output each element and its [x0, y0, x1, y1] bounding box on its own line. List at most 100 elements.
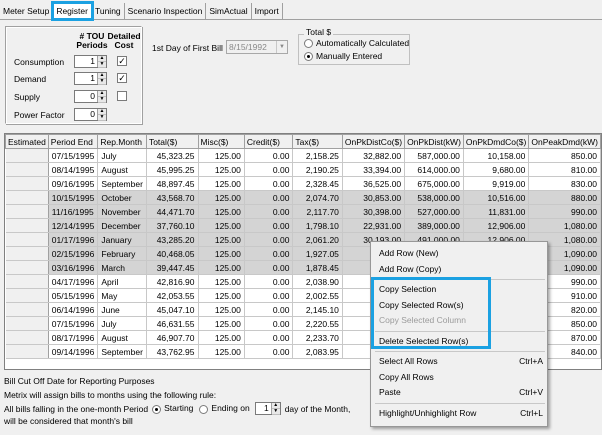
table-cell[interactable]: 125.00	[198, 204, 245, 219]
table-cell[interactable]: 1,798.10	[292, 218, 343, 233]
table-cell[interactable]: 43,762.95	[146, 344, 199, 359]
table-cell[interactable]: 30,398.00	[342, 204, 406, 219]
table-row[interactable]: 09/16/1995 September 48,897.45 125.00 0.00 2,…	[5, 176, 601, 191]
column-header[interactable]: Estimated	[5, 134, 49, 149]
table-cell[interactable]: 09/16/1995	[48, 176, 99, 191]
table-cell[interactable]: April	[97, 274, 147, 289]
table-cell[interactable]: October	[97, 190, 147, 205]
column-header[interactable]: OnPkDistCo($)	[341, 134, 406, 149]
table-cell[interactable]: 37,760.10	[146, 218, 199, 233]
table-cell[interactable]: August	[97, 330, 147, 345]
table-cell[interactable]: 42,053.55	[146, 288, 199, 303]
table-cell[interactable]: 44,471.70	[146, 204, 199, 219]
estimated-cell[interactable]	[5, 302, 49, 317]
table-cell[interactable]: 527,000.00	[404, 204, 464, 219]
table-cell[interactable]: February	[97, 246, 147, 261]
table-cell[interactable]: 12/14/1995	[48, 218, 99, 233]
menu-item-select-all-rows[interactable]: Select All Rows Ctrl+A	[379, 354, 543, 368]
table-cell[interactable]: 0.00	[244, 288, 294, 303]
table-cell[interactable]: September	[97, 176, 147, 191]
supply-detailed-checkbox[interactable]	[117, 91, 127, 101]
table-cell[interactable]: 11,831.00	[463, 204, 530, 219]
table-cell[interactable]: 33,394.00	[342, 162, 406, 177]
table-cell[interactable]: 125.00	[198, 344, 245, 359]
table-cell[interactable]: 22,931.00	[342, 218, 406, 233]
table-cell[interactable]: 10/15/1995	[48, 190, 99, 205]
table-cell[interactable]: 125.00	[198, 316, 245, 331]
table-cell[interactable]: 05/15/1996	[48, 288, 99, 303]
column-header[interactable]: Tax($)	[292, 134, 343, 149]
table-cell[interactable]: 45,323.25	[146, 148, 199, 163]
menu-item-copy-all-rows[interactable]: Copy All Rows	[379, 370, 543, 384]
table-cell[interactable]: 46,631.55	[146, 316, 199, 331]
table-cell[interactable]: 46,907.70	[146, 330, 199, 345]
table-cell[interactable]: 125.00	[198, 246, 245, 261]
table-cell[interactable]: 48,897.45	[146, 176, 199, 191]
table-cell[interactable]: 9,919.00	[463, 176, 530, 191]
table-cell[interactable]: 04/17/1996	[48, 274, 99, 289]
table-cell[interactable]: September	[97, 344, 147, 359]
column-header[interactable]: Period End	[47, 134, 99, 149]
estimated-cell[interactable]	[5, 288, 49, 303]
table-cell[interactable]: 389,000.00	[404, 218, 464, 233]
table-cell[interactable]: 125.00	[198, 330, 245, 345]
table-cell[interactable]: 39,447.45	[146, 260, 199, 275]
estimated-cell[interactable]	[5, 190, 49, 205]
table-cell[interactable]: 2,038.90	[292, 274, 343, 289]
table-cell[interactable]: 0.00	[244, 204, 294, 219]
table-cell[interactable]: 587,000.00	[404, 148, 464, 163]
cutoff-ending-radio[interactable]: Ending on	[199, 403, 250, 414]
table-cell[interactable]: 0.00	[244, 246, 294, 261]
table-cell[interactable]: 10,516.00	[463, 190, 530, 205]
table-cell[interactable]: 08/17/1996	[48, 330, 99, 345]
table-cell[interactable]: 125.00	[198, 302, 245, 317]
table-cell[interactable]: 45,995.25	[146, 162, 199, 177]
table-cell[interactable]: 614,000.00	[404, 162, 464, 177]
table-cell[interactable]: 125.00	[198, 260, 245, 275]
table-cell[interactable]: 538,000.00	[404, 190, 464, 205]
tab-simactual[interactable]: SimActual	[206, 3, 252, 19]
table-cell[interactable]: 01/17/1996	[48, 232, 99, 247]
consumption-periods-spinner[interactable]: 1 ▲ ▼	[74, 55, 107, 68]
table-cell[interactable]: 2,117.70	[292, 204, 343, 219]
column-header[interactable]: Total($)	[145, 134, 199, 149]
spin-down-icon[interactable]: ▼	[98, 79, 106, 85]
tab-tuning[interactable]: Tuning	[92, 3, 125, 19]
menu-item-add-row-new[interactable]: Add Row (New)	[379, 246, 543, 260]
table-cell[interactable]: 125.00	[198, 162, 245, 177]
table-cell[interactable]: 11/16/1995	[48, 204, 99, 219]
table-cell[interactable]: 32,882.00	[342, 148, 406, 163]
table-cell[interactable]: 10,158.00	[463, 148, 530, 163]
consumption-detailed-checkbox[interactable]: ✓	[117, 56, 127, 66]
table-cell[interactable]: 675,000.00	[404, 176, 464, 191]
column-header[interactable]: Credit($)	[243, 134, 294, 149]
table-cell[interactable]: 0.00	[244, 176, 294, 191]
estimated-cell[interactable]	[5, 232, 49, 247]
table-cell[interactable]: 0.00	[244, 190, 294, 205]
table-cell[interactable]: 2,074.70	[292, 190, 343, 205]
table-cell[interactable]: 2,190.25	[292, 162, 343, 177]
table-cell[interactable]: 1,878.45	[292, 260, 343, 275]
table-cell[interactable]: 1,927.05	[292, 246, 343, 261]
table-cell[interactable]: 2,145.10	[292, 302, 343, 317]
table-cell[interactable]: 0.00	[244, 316, 294, 331]
table-cell[interactable]: 43,285.20	[146, 232, 199, 247]
menu-item-add-row-copy[interactable]: Add Row (Copy)	[379, 262, 543, 276]
table-cell[interactable]: 03/16/1996	[48, 260, 99, 275]
table-cell[interactable]: 36,525.00	[342, 176, 406, 191]
table-cell[interactable]: July	[97, 316, 147, 331]
table-cell[interactable]: May	[97, 288, 147, 303]
table-cell[interactable]: 810.00	[528, 162, 601, 177]
table-cell[interactable]: 125.00	[198, 218, 245, 233]
table-cell[interactable]: 2,328.45	[292, 176, 343, 191]
menu-item-paste[interactable]: Paste Ctrl+V	[379, 385, 543, 399]
table-cell[interactable]: March	[97, 260, 147, 275]
table-row[interactable]: 07/15/1995 July 45,323.25 125.00 0.00 2,158.2…	[5, 148, 601, 163]
spin-down-icon[interactable]: ▼	[98, 62, 106, 68]
supply-periods-spinner[interactable]: 0 ▲ ▼	[74, 90, 107, 103]
table-cell[interactable]: 0.00	[244, 148, 294, 163]
tab-scenario-inspection[interactable]: Scenario Inspection	[125, 3, 207, 19]
table-cell[interactable]: 2,158.25	[292, 148, 343, 163]
cutoff-day-spinner[interactable]: 1 ▲ ▼	[254, 402, 281, 415]
table-cell[interactable]: 40,468.05	[146, 246, 199, 261]
